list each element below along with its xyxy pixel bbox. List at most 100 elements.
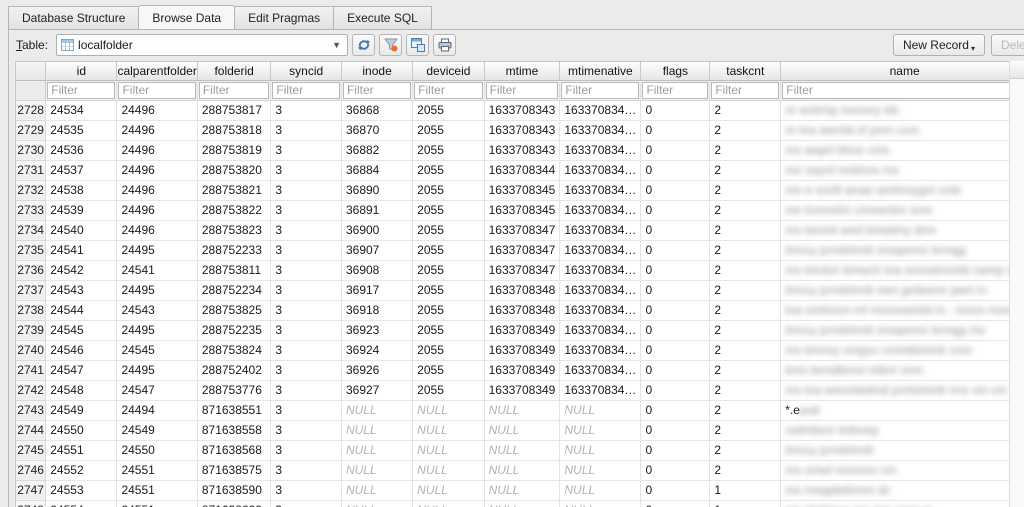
delete-record-button[interactable]: Delete Rec [991, 34, 1024, 56]
cell-id[interactable]: 24537 [45, 160, 118, 181]
cell-deviceid[interactable]: NULL [412, 460, 485, 481]
cell-flags[interactable]: 0 [640, 120, 711, 141]
cell-syncid[interactable]: 3 [270, 100, 342, 121]
filter-input-folderid[interactable] [198, 81, 270, 99]
cell-name[interactable]: tmvcy prmtxhmtt smspnmn brmgg ms [780, 320, 1024, 341]
cell-mtimenative[interactable]: 163370834… [559, 240, 642, 261]
cell-taskcnt[interactable]: 2 [709, 280, 782, 301]
column-header-calparentfolder[interactable]: calparentfolder [116, 62, 198, 81]
cell-id[interactable]: 24543 [45, 280, 118, 301]
cell-folderid[interactable]: 288753818 [197, 120, 272, 141]
cell-syncid[interactable]: 3 [270, 300, 342, 321]
cell-name[interactable]: re tna wemld sf pmn curs [780, 120, 1024, 141]
cell-syncid[interactable]: 3 [270, 120, 342, 141]
cell-folderid[interactable]: 288752402 [197, 360, 272, 381]
cell-syncid[interactable]: 3 [270, 360, 342, 381]
row-number[interactable]: 2739 [16, 320, 47, 341]
cell-inode[interactable]: NULL [341, 420, 414, 441]
cell-deviceid[interactable]: NULL [412, 400, 485, 421]
column-header-syncid[interactable]: syncid [270, 62, 342, 81]
cell-name[interactable]: tmvcy prmtxhmtt [780, 440, 1024, 461]
cell-deviceid[interactable]: 2055 [412, 180, 485, 201]
cell-calparentfolder[interactable]: 24551 [116, 480, 198, 501]
cell-calparentfolder[interactable]: 24550 [116, 440, 198, 461]
row-number[interactable]: 2738 [16, 300, 47, 321]
cell-taskcnt[interactable]: 2 [709, 360, 782, 381]
table-selector[interactable]: localfolder ▼ [56, 34, 349, 56]
cell-flags[interactable]: 0 [640, 280, 711, 301]
cell-flags[interactable]: 0 [640, 500, 711, 507]
cell-flags[interactable]: 0 [640, 360, 711, 381]
cell-mtimenative[interactable]: 163370834… [559, 140, 642, 161]
cell-deviceid[interactable]: 2055 [412, 260, 485, 281]
cell-mtime[interactable]: 1633708343 [484, 140, 561, 161]
cell-mtime[interactable]: 1633708345 [484, 180, 561, 201]
cell-syncid[interactable]: 3 [270, 280, 342, 301]
cell-name[interactable]: mo sayrd mnlmvs ms [780, 160, 1024, 181]
cell-name[interactable]: mn e smrlt wnae wmhmygnt cmb [780, 180, 1024, 201]
cell-taskcnt[interactable]: 2 [709, 420, 782, 441]
cell-name[interactable]: ms bmnvy smgvs cmmkbmmk cmn [780, 340, 1024, 361]
cell-calparentfolder[interactable]: 24545 [116, 340, 198, 361]
cell-mtime[interactable]: 1633708343 [484, 120, 561, 141]
cell-calparentfolder[interactable]: 24551 [116, 500, 198, 507]
cell-folderid[interactable]: 288752234 [197, 280, 272, 301]
cell-flags[interactable]: 0 [640, 420, 711, 441]
cell-folderid[interactable]: 871638590 [197, 480, 272, 501]
cell-mtimenative[interactable]: 163370834… [559, 320, 642, 341]
row-number[interactable]: 2728 [16, 100, 47, 121]
cell-mtimenative[interactable]: 163370834… [559, 220, 642, 241]
cell-taskcnt[interactable]: 2 [709, 320, 782, 341]
cell-inode[interactable]: 36927 [341, 380, 414, 401]
column-header-name[interactable]: name [780, 62, 1024, 81]
cell-taskcnt[interactable]: 2 [709, 460, 782, 481]
refresh-button[interactable] [352, 34, 376, 56]
cell-mtime[interactable]: 1633708347 [484, 220, 561, 241]
cell-calparentfolder[interactable]: 24551 [116, 460, 198, 481]
cell-calparentfolder[interactable]: 24496 [116, 160, 198, 181]
cell-folderid[interactable]: 871638568 [197, 440, 272, 461]
tab-browse-data[interactable]: Browse Data [138, 5, 236, 30]
cell-flags[interactable]: 0 [640, 400, 711, 421]
cell-folderid[interactable]: 288753819 [197, 140, 272, 161]
cell-inode[interactable]: 36882 [341, 140, 414, 161]
cell-calparentfolder[interactable]: 24541 [116, 260, 198, 281]
cell-flags[interactable]: 0 [640, 140, 711, 161]
row-number[interactable]: 2737 [16, 280, 47, 301]
cell-inode[interactable]: NULL [341, 440, 414, 461]
cell-inode[interactable]: 36918 [341, 300, 414, 321]
cell-syncid[interactable]: 3 [270, 260, 342, 281]
filter-input-flags[interactable] [642, 81, 709, 99]
cell-id[interactable]: 24538 [45, 180, 118, 201]
cell-name[interactable]: sm dmttmvs ms mw cmw m [780, 500, 1024, 507]
cell-id[interactable]: 24536 [45, 140, 118, 161]
cell-id[interactable]: 24544 [45, 300, 118, 321]
filter-input-deviceid[interactable] [414, 81, 483, 99]
cell-syncid[interactable]: 3 [270, 380, 342, 401]
filter-input-id[interactable] [47, 81, 116, 99]
filter-input-inode[interactable] [342, 81, 412, 99]
column-header-id[interactable]: id [45, 62, 118, 81]
cell-syncid[interactable]: 3 [270, 400, 342, 421]
cell-flags[interactable]: 0 [640, 220, 711, 241]
cell-calparentfolder[interactable]: 24496 [116, 220, 198, 241]
cell-deviceid[interactable]: NULL [412, 420, 485, 441]
cell-syncid[interactable]: 3 [270, 500, 342, 507]
cell-inode[interactable]: 36890 [341, 180, 414, 201]
cell-syncid[interactable]: 3 [270, 240, 342, 261]
cell-taskcnt[interactable]: 1 [709, 500, 782, 507]
cell-id[interactable]: 24542 [45, 260, 118, 281]
cell-calparentfolder[interactable]: 24549 [116, 420, 198, 441]
cell-mtimenative[interactable]: 163370834… [559, 300, 642, 321]
cell-name[interactable]: tmvcy prmtxhmtt smspnmn brmgg [780, 240, 1024, 261]
cell-deviceid[interactable]: NULL [412, 500, 485, 507]
cell-taskcnt[interactable]: 2 [709, 440, 782, 461]
cell-name[interactable]: ms tna wnnmtwtmd prmtxhmtt rms vm cm [780, 380, 1024, 401]
column-header-inode[interactable]: inode [341, 62, 414, 81]
cell-folderid[interactable]: 288753822 [197, 200, 272, 221]
cell-calparentfolder[interactable]: 24496 [116, 180, 198, 201]
cell-name[interactable]: ms tmckm bmwch tna smnxkmmtd cwmp mn [780, 260, 1024, 281]
cell-flags[interactable]: 0 [640, 460, 711, 481]
cell-id[interactable]: 24540 [45, 220, 118, 241]
row-number[interactable]: 2735 [16, 240, 47, 261]
